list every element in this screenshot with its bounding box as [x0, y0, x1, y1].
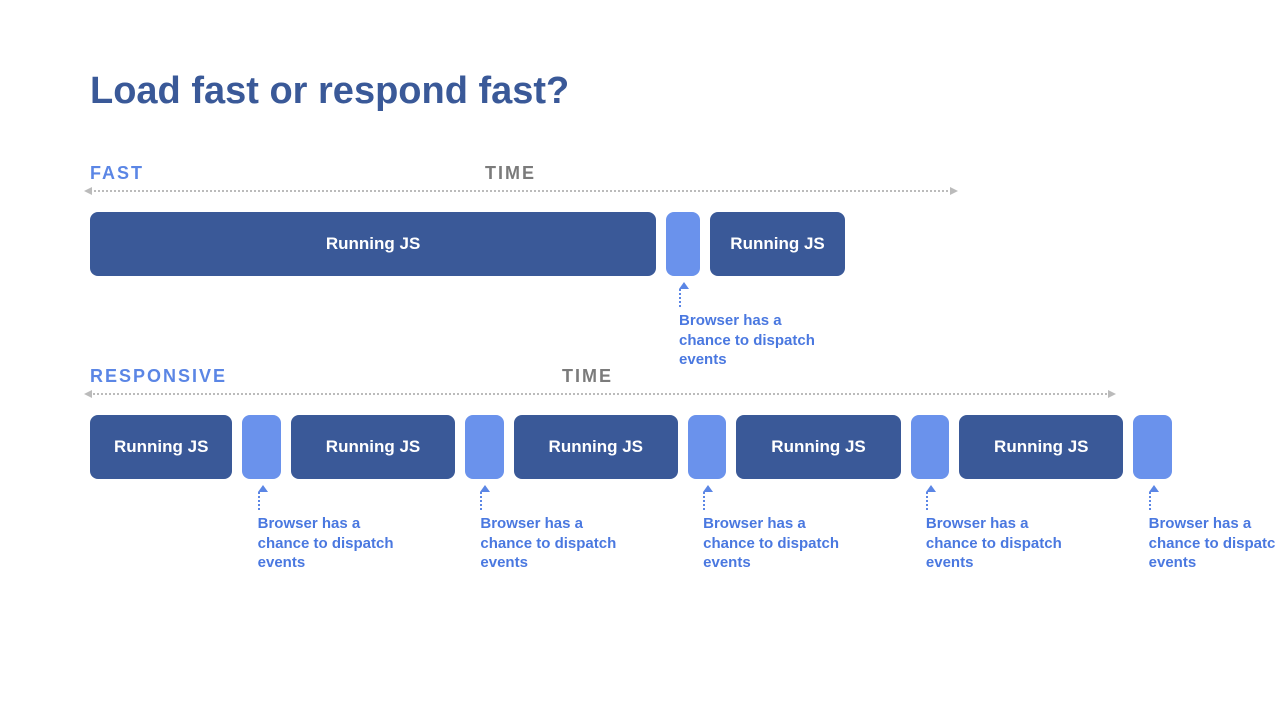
page-title: Load fast or respond fast? — [90, 70, 1186, 113]
time-label: TIME — [562, 366, 613, 387]
timeline-fast-blocks: Running JS Browser has a chance to dispat… — [90, 212, 935, 276]
annotation-text: Browser has a chance to dispatch events — [703, 514, 843, 573]
time-label: TIME — [485, 163, 536, 184]
running-js-block: Running JS — [90, 212, 656, 276]
timeline-axis — [90, 393, 1110, 395]
annotation-pointer: Browser has a chance to dispatch events — [679, 276, 819, 370]
fast-label: FAST — [90, 163, 144, 184]
running-js-block: Running JS — [514, 415, 678, 479]
timeline-responsive-blocks: Running JS Browser has a chance to dispat… — [90, 415, 1186, 479]
running-js-block: Running JS — [736, 415, 900, 479]
annotation-pointer: Browser has a chance to dispatch events — [926, 479, 1066, 573]
annotation-text: Browser has a chance to dispatch events — [480, 514, 620, 573]
running-js-block: Running JS — [90, 415, 232, 479]
browser-gap-block: Browser has a chance to dispatch events — [1133, 415, 1171, 479]
annotation-text: Browser has a chance to dispatch events — [258, 514, 398, 573]
annotation-pointer: Browser has a chance to dispatch events — [1149, 479, 1276, 573]
annotation-pointer: Browser has a chance to dispatch events — [258, 479, 398, 573]
annotation-pointer: Browser has a chance to dispatch events — [703, 479, 843, 573]
browser-gap-block: Browser has a chance to dispatch events — [911, 415, 949, 479]
browser-gap-block: Browser has a chance to dispatch events — [465, 415, 503, 479]
annotation-text: Browser has a chance to dispatch events — [679, 311, 819, 370]
running-js-block: Running JS — [959, 415, 1123, 479]
browser-gap-block: Browser has a chance to dispatch events — [242, 415, 280, 479]
timeline-responsive: RESPONSIVE TIME Running JS Browser has a … — [90, 366, 1186, 479]
browser-gap-block: Browser has a chance to dispatch events — [666, 212, 700, 276]
timeline-axis — [90, 190, 952, 192]
annotation-pointer: Browser has a chance to dispatch events — [480, 479, 620, 573]
timeline-responsive-header: RESPONSIVE TIME — [90, 366, 1186, 387]
running-js-block: Running JS — [291, 415, 455, 479]
timeline-fast-header: FAST TIME — [90, 163, 1186, 184]
timeline-fast: FAST TIME Running JS Browser has a chance… — [90, 163, 1186, 276]
annotation-text: Browser has a chance to dispatch events — [926, 514, 1066, 573]
browser-gap-block: Browser has a chance to dispatch events — [688, 415, 726, 479]
responsive-label: RESPONSIVE — [90, 366, 227, 387]
annotation-text: Browser has a chance to dispatch events — [1149, 514, 1276, 573]
running-js-block: Running JS — [710, 212, 845, 276]
